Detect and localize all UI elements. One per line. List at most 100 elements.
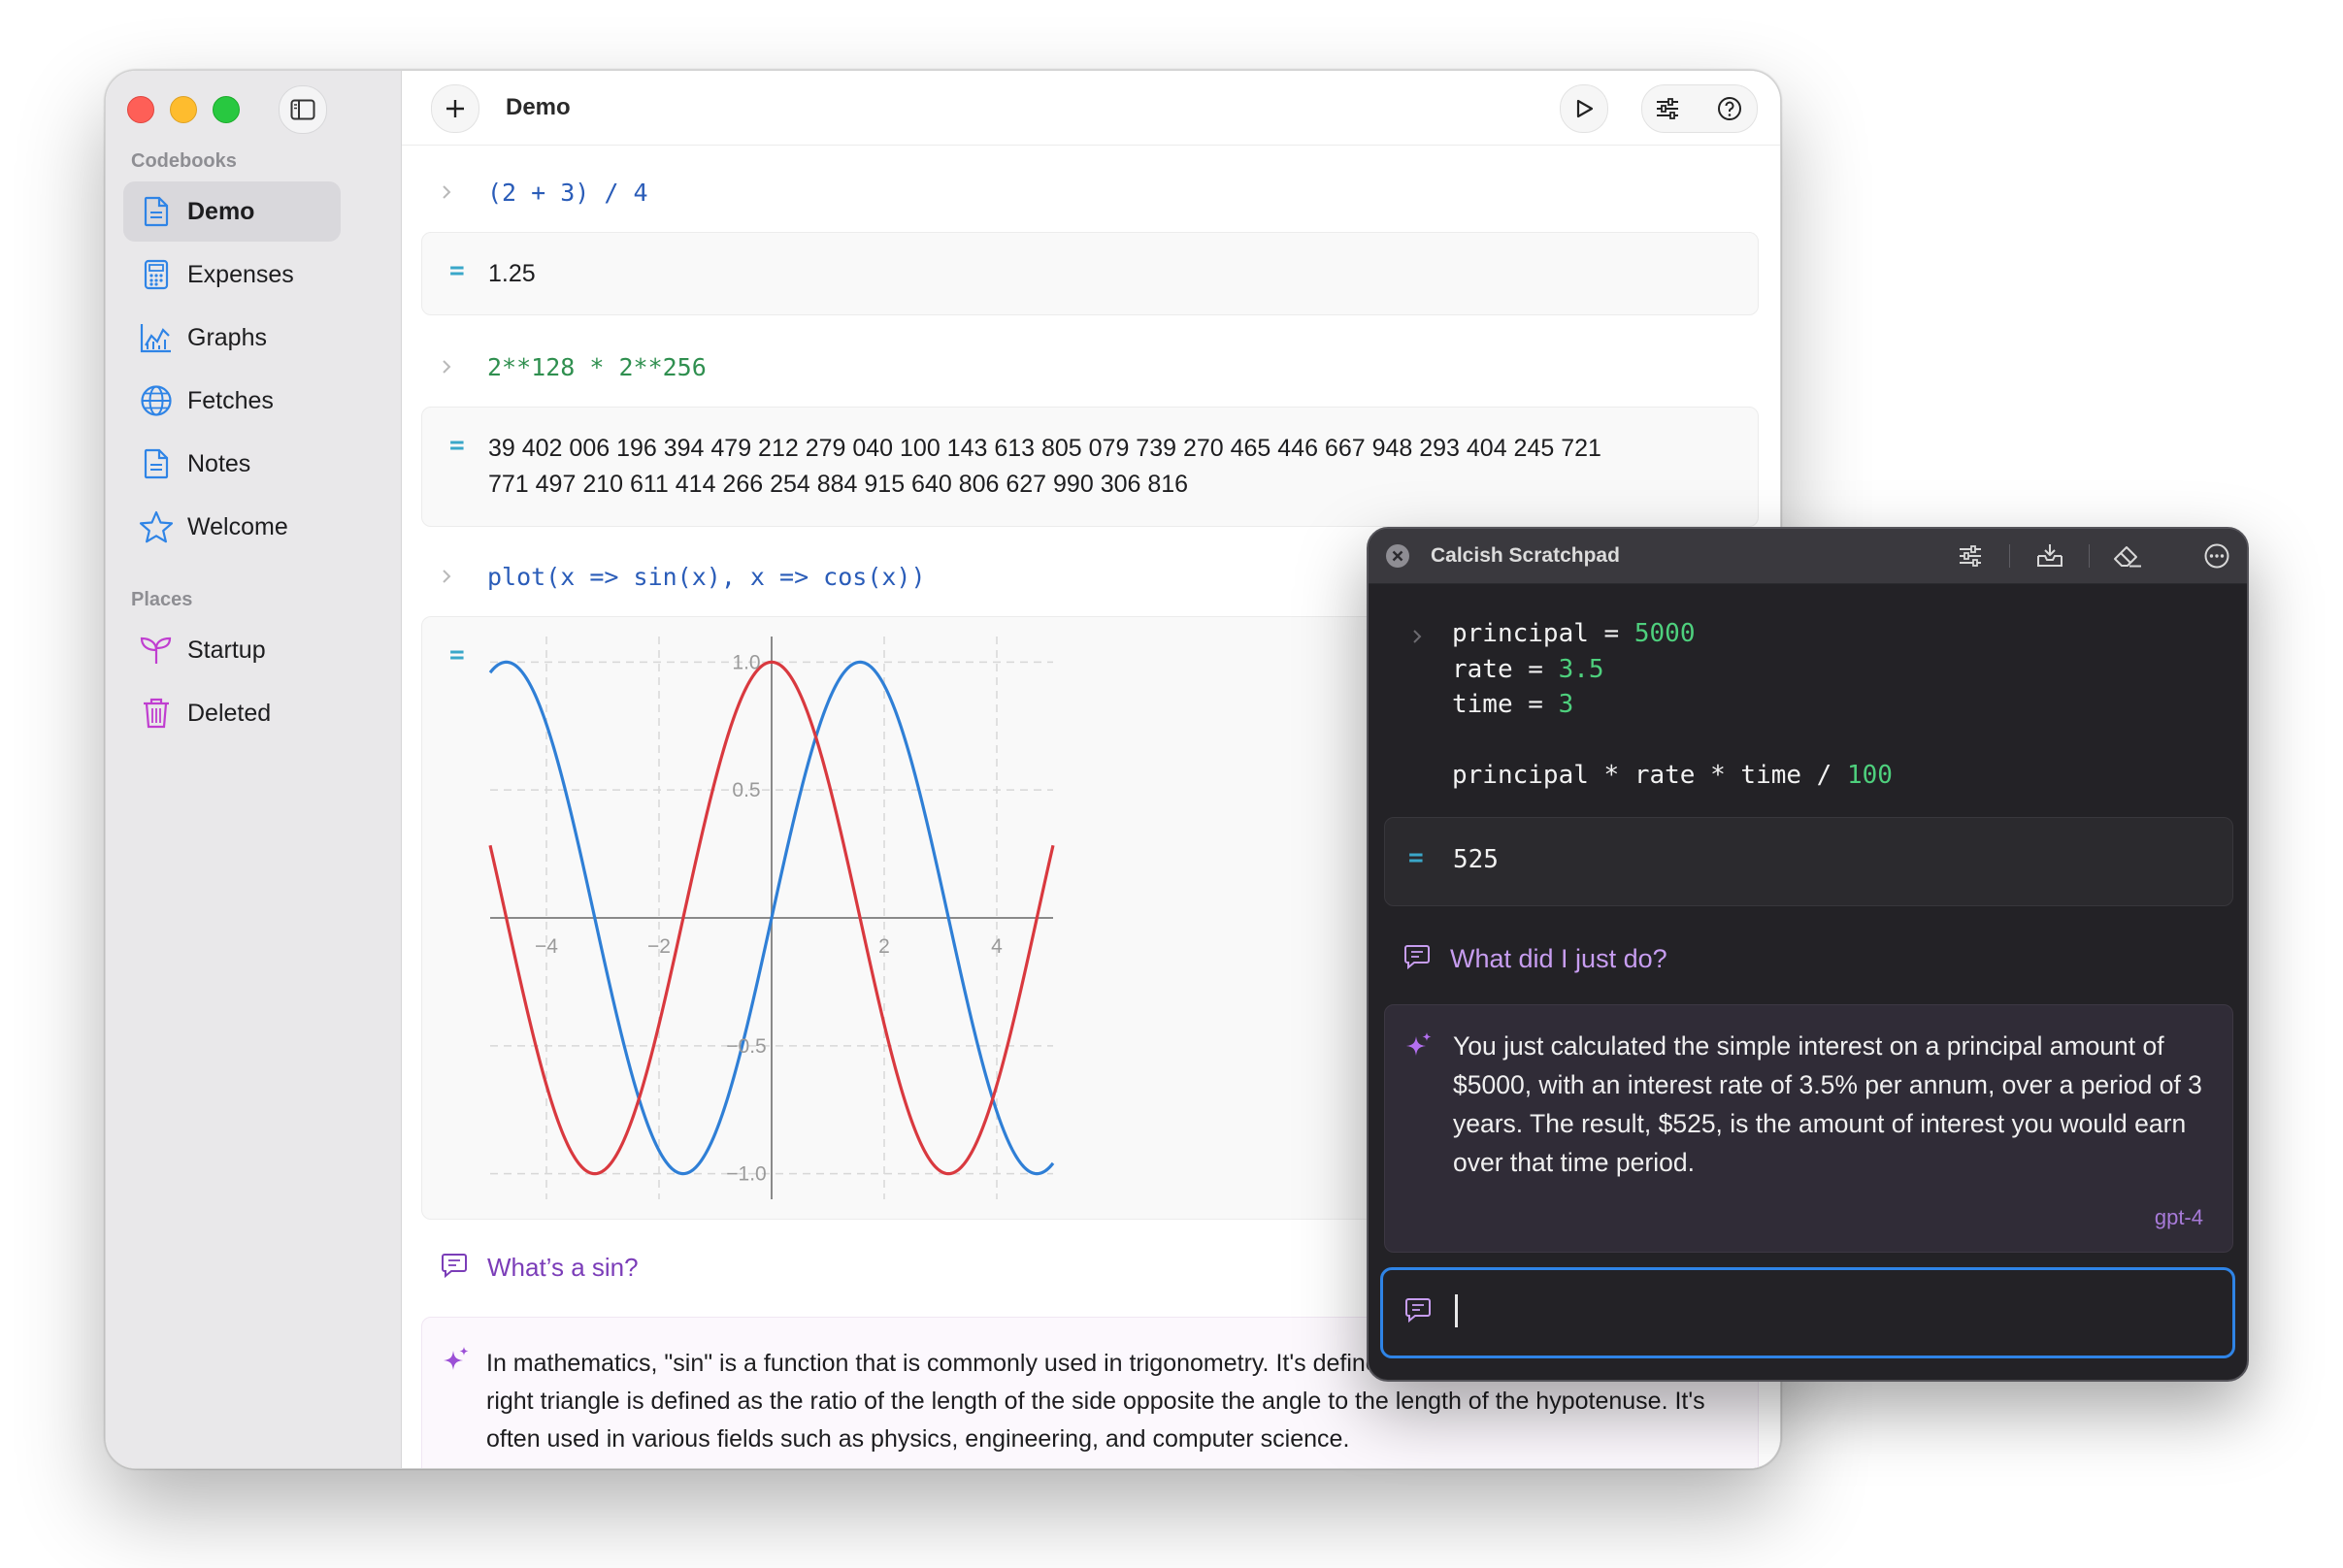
code-cell-input[interactable]: 2**128 * 2**256 bbox=[421, 347, 707, 386]
add-button[interactable] bbox=[431, 84, 479, 133]
equals-icon: = bbox=[449, 640, 465, 670]
close-icon bbox=[1386, 544, 1409, 568]
sidebar-item-label: Demo bbox=[187, 197, 255, 225]
code-cell-output: = 1.25 bbox=[421, 232, 1759, 315]
sidebar-item-label: Notes bbox=[187, 449, 251, 477]
chevron-right-icon bbox=[441, 357, 460, 376]
scratchpad-ai-prompt[interactable]: What did I just do? bbox=[1403, 944, 1667, 974]
settings-button[interactable] bbox=[1654, 95, 1681, 122]
sidebar-icon bbox=[290, 99, 315, 120]
code-token: principal bbox=[1452, 619, 1589, 648]
scratchpad-settings-button[interactable] bbox=[1955, 540, 1986, 572]
close-scratchpad-button[interactable] bbox=[1382, 540, 1413, 572]
ai-question-text: What’s a sin? bbox=[487, 1253, 639, 1282]
ai-prompt[interactable]: What’s a sin? bbox=[441, 1253, 639, 1283]
equals-icon: = bbox=[1408, 843, 1424, 872]
code-token: = bbox=[1512, 654, 1559, 684]
toolbar: Demo bbox=[402, 71, 1780, 146]
sidebar-item-graphs[interactable]: Graphs bbox=[123, 308, 341, 368]
sidebar-item-label: Graphs bbox=[187, 323, 267, 351]
x-tick-label: −4 bbox=[535, 935, 558, 958]
sparkles-icon bbox=[1404, 1030, 1434, 1066]
scratchpad-title: Calcish Scratchpad bbox=[1431, 544, 1620, 567]
sidebar-toggle-button[interactable] bbox=[279, 85, 327, 134]
sidebar-item-notes[interactable]: Notes bbox=[123, 434, 341, 494]
code-cell-input[interactable]: plot(x => sin(x), x => cos(x)) bbox=[421, 557, 926, 596]
codebooks-heading: Codebooks bbox=[131, 150, 237, 172]
chat-bubble-icon bbox=[1403, 944, 1431, 974]
sidebar-item-welcome[interactable]: Welcome bbox=[123, 497, 341, 557]
sidebar-item-demo[interactable]: Demo bbox=[123, 181, 341, 242]
sliders-icon bbox=[1657, 98, 1678, 119]
eraser-icon bbox=[2114, 546, 2141, 568]
code-number: 5000 bbox=[1634, 619, 1696, 648]
close-window-button[interactable] bbox=[127, 96, 154, 123]
globe-icon bbox=[139, 383, 174, 418]
x-tick-label: −2 bbox=[647, 935, 671, 958]
document-icon bbox=[139, 194, 174, 229]
x-tick-label: 2 bbox=[878, 935, 890, 958]
scratchpad-result: = 525 bbox=[1384, 817, 2233, 906]
code-token: = bbox=[1512, 690, 1559, 719]
y-tick-label: 0.5 bbox=[732, 779, 760, 801]
equals-icon: = bbox=[449, 256, 465, 285]
more-options-button[interactable] bbox=[2201, 540, 2232, 572]
tray-download-icon bbox=[2037, 544, 2062, 567]
y-tick-label: −1.0 bbox=[726, 1163, 766, 1186]
zoom-window-button[interactable] bbox=[213, 96, 240, 123]
y-tick-label: −0.5 bbox=[726, 1035, 766, 1058]
calculator-icon bbox=[139, 257, 174, 292]
sidebar-item-expenses[interactable]: Expenses bbox=[123, 245, 341, 305]
play-icon bbox=[1576, 99, 1594, 118]
code-cell-output: = 39 402 006 196 394 479 212 279 040 100… bbox=[421, 407, 1759, 527]
code-number: 100 bbox=[1847, 761, 1893, 790]
output-value: 39 402 006 196 394 479 212 279 040 100 1… bbox=[488, 435, 1601, 462]
code-number: 3 bbox=[1558, 690, 1574, 719]
model-badge: gpt-4 bbox=[2154, 1205, 2203, 1229]
run-button[interactable] bbox=[1560, 84, 1608, 133]
code-text: 2**128 * 2**256 bbox=[487, 352, 707, 381]
result-value: 525 bbox=[1453, 845, 1499, 874]
sidebar-item-label: Expenses bbox=[187, 260, 294, 288]
toolbar-separator bbox=[2009, 544, 2010, 568]
y-tick-label: 1.0 bbox=[732, 651, 760, 673]
code-text: plot(x => sin(x), x => cos(x)) bbox=[487, 562, 926, 591]
chevron-right-icon bbox=[441, 182, 460, 202]
sidebar-item-startup[interactable]: Startup bbox=[123, 620, 341, 680]
toolbar-separator bbox=[2089, 544, 2090, 568]
ellipsis-circle-icon bbox=[2204, 543, 2229, 569]
help-button[interactable] bbox=[1716, 95, 1743, 122]
code-number: 3.5 bbox=[1558, 654, 1604, 684]
ai-question-text: What did I just do? bbox=[1450, 944, 1667, 973]
scratchpad-code[interactable]: principal = 5000 rate = 3.5 time = 3 pri… bbox=[1452, 616, 1893, 794]
save-scratchpad-button[interactable] bbox=[2034, 540, 2065, 572]
sprout-icon bbox=[139, 633, 174, 668]
places-heading: Places bbox=[131, 589, 193, 610]
plus-icon bbox=[446, 100, 464, 117]
star-icon bbox=[139, 509, 174, 544]
code-token: principal * rate * time / bbox=[1452, 761, 1847, 790]
scratchpad-chat-input[interactable] bbox=[1380, 1267, 2235, 1358]
output-value: 1.25 bbox=[488, 260, 536, 287]
sidebar-item-label: Startup bbox=[187, 636, 266, 664]
output-value-continued: 771 497 210 611 414 266 254 884 915 640 … bbox=[488, 471, 1189, 498]
code-token: rate bbox=[1452, 654, 1513, 684]
clear-scratchpad-button[interactable] bbox=[2112, 540, 2143, 572]
chart-icon bbox=[139, 320, 174, 355]
minimize-window-button[interactable] bbox=[170, 96, 197, 123]
sidebar-item-fetches[interactable]: Fetches bbox=[123, 371, 341, 431]
trash-icon bbox=[139, 696, 174, 731]
chat-bubble-icon bbox=[441, 1253, 468, 1283]
sin-cos-chart: −4 −2 2 4 1.0 0.5 −0.5 −1.0 bbox=[488, 637, 1055, 1199]
chevron-right-icon bbox=[441, 567, 460, 586]
x-tick-label: 4 bbox=[991, 935, 1003, 958]
code-cell-input[interactable]: (2 + 3) / 4 bbox=[421, 173, 648, 212]
chevron-right-icon bbox=[1411, 628, 1423, 650]
scratchpad-panel: Calcish Scratchpad principal = 5000 rate… bbox=[1367, 527, 2249, 1382]
text-caret bbox=[1455, 1294, 1458, 1327]
scratchpad-ai-answer: You just calculated the simple interest … bbox=[1384, 1004, 2233, 1253]
help-icon bbox=[1718, 97, 1741, 120]
sidebar-item-label: Fetches bbox=[187, 386, 274, 414]
sliders-icon bbox=[1960, 545, 1981, 567]
sidebar-item-deleted[interactable]: Deleted bbox=[123, 683, 341, 743]
